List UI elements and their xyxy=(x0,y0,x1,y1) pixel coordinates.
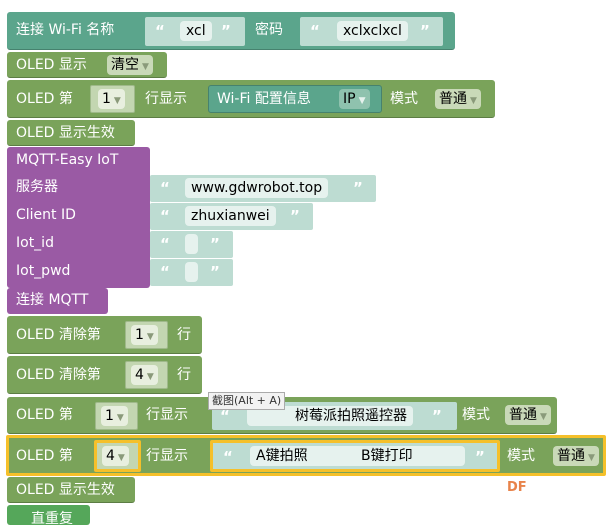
row-suffix-label: 行 xyxy=(177,367,191,383)
dropdown-arrow-icon: ▼ xyxy=(470,96,477,106)
mode-dropdown[interactable]: 普通 ▼ xyxy=(553,446,599,466)
line-dropdown-value: 1 xyxy=(105,408,114,424)
wifi-connect-block[interactable]: 连接 Wi-Fi 名称 “ xcl ” 密码 “ xclxclxcl ” xyxy=(7,12,455,50)
show-label: 行显示 xyxy=(145,91,187,107)
quote-open-icon: “ xyxy=(160,263,170,281)
loop-label: 直重复 xyxy=(31,511,73,525)
clear-line-label: OLED 清除第 xyxy=(16,367,101,383)
dropdown-arrow-icon: ▼ xyxy=(117,453,125,463)
oled-line-label: OLED 第 xyxy=(16,448,73,464)
dropdown-arrow-icon: ▼ xyxy=(358,96,366,106)
line-dropdown-value: 1 xyxy=(102,91,111,107)
iot-id-string-block[interactable]: “ ” xyxy=(150,231,233,258)
mqtt-title: MQTT-Easy IoT xyxy=(16,152,119,168)
quote-open-icon: “ xyxy=(160,207,170,225)
server-label: 服务器 xyxy=(16,179,58,195)
iot-id-label: Iot_id xyxy=(16,235,54,251)
line-dropdown[interactable]: 1 ▼ xyxy=(101,406,128,426)
dropdown-arrow-icon: ▼ xyxy=(540,412,547,422)
quote-open-icon: “ xyxy=(310,22,320,40)
quote-open-icon: “ xyxy=(160,179,170,197)
oled-display-block[interactable]: OLED 显示 清空 ▼ xyxy=(7,52,167,78)
oled-line-block-selected[interactable]: OLED 第 4 ▼ 行显示 “ A键拍照 B键打印 ” 模式 普通 ▼ xyxy=(6,435,606,476)
oled-apply-block[interactable]: OLED 显示生效 xyxy=(7,477,135,503)
quote-open-icon: “ xyxy=(155,22,165,40)
quote-close-icon: ” xyxy=(475,448,485,466)
iot-id-field[interactable] xyxy=(185,234,198,254)
mode-dropdown-value: 普通 xyxy=(439,91,467,107)
mode-dropdown[interactable]: 普通 ▼ xyxy=(435,89,481,109)
iot-pwd-string-block[interactable]: “ ” xyxy=(150,259,233,286)
quote-open-icon: “ xyxy=(223,448,233,466)
server-field[interactable]: www.gdwrobot.top xyxy=(185,178,329,198)
oled-apply-block[interactable]: OLED 显示生效 xyxy=(7,120,135,146)
password-label: 密码 xyxy=(255,22,283,38)
text-field[interactable]: A键拍照 B键打印 xyxy=(250,446,465,466)
oled-line-label: OLED 第 xyxy=(16,407,73,423)
oled-display-label: OLED 显示 xyxy=(16,57,87,73)
dropdown-arrow-icon: ▼ xyxy=(146,332,154,342)
loop-block[interactable]: 直重复 xyxy=(7,505,90,525)
quote-close-icon: ” xyxy=(210,263,220,281)
wifi-label: 连接 Wi-Fi 名称 xyxy=(16,22,115,38)
line-dropdown[interactable]: 1 ▼ xyxy=(98,89,125,109)
quote-close-icon: ” xyxy=(290,207,300,225)
ssid-string-block[interactable]: “ xcl ” xyxy=(145,17,245,46)
client-string-block[interactable]: “ zhuxianwei ” xyxy=(150,203,313,230)
dropdown-arrow-icon: ▼ xyxy=(113,96,121,106)
show-label: 行显示 xyxy=(146,407,188,423)
mode-label: 模式 xyxy=(390,91,418,107)
quote-close-icon: ” xyxy=(221,22,231,40)
oled-clear-line-block[interactable]: OLED 清除第 4 ▼ 行 xyxy=(7,356,202,394)
quote-close-icon: ” xyxy=(432,407,442,425)
row-suffix-label: 行 xyxy=(177,327,191,343)
mode-dropdown[interactable]: 普通 ▼ xyxy=(505,405,551,425)
line-dropdown[interactable]: 4 ▼ xyxy=(131,365,158,385)
info-dropdown-value: IP xyxy=(343,91,356,107)
clear-dropdown[interactable]: 清空 ▼ xyxy=(107,55,153,75)
clear-dropdown-value: 清空 xyxy=(111,57,139,73)
mode-label: 模式 xyxy=(507,448,535,464)
clear-line-label: OLED 清除第 xyxy=(16,327,101,343)
ssid-field[interactable]: xcl xyxy=(180,21,212,41)
oled-line-label: OLED 第 xyxy=(16,91,73,107)
quote-close-icon: ” xyxy=(420,22,430,40)
mode-dropdown-value: 普通 xyxy=(509,407,537,423)
text-string-block[interactable]: “ A键拍照 B键打印 ” xyxy=(210,440,500,472)
line-dropdown[interactable]: 4 ▼ xyxy=(102,446,129,466)
screenshot-tooltip: 截图(Alt + A) xyxy=(208,392,286,410)
quote-close-icon: ” xyxy=(353,179,363,197)
oled-apply-label: OLED 显示生效 xyxy=(16,125,115,141)
client-field[interactable]: zhuxianwei xyxy=(185,206,276,226)
wifi-info-label: Wi-Fi 配置信息 xyxy=(217,91,311,107)
client-id-label: Client ID xyxy=(16,207,76,223)
oled-clear-line-block[interactable]: OLED 清除第 1 ▼ 行 xyxy=(7,316,202,354)
line-dropdown-value: 4 xyxy=(106,448,115,464)
info-dropdown[interactable]: IP ▼ xyxy=(339,89,370,109)
password-string-block[interactable]: “ xclxclxcl ” xyxy=(300,17,443,46)
password-field[interactable]: xclxclxcl xyxy=(337,21,408,41)
watermark: DF xyxy=(507,480,527,495)
line-dropdown-value: 1 xyxy=(135,327,144,343)
line-dropdown[interactable]: 1 ▼ xyxy=(131,325,158,345)
mqtt-connect-block[interactable]: 连接 MQTT xyxy=(7,288,108,314)
mode-dropdown-value: 普通 xyxy=(557,448,585,464)
oled-apply-label: OLED 显示生效 xyxy=(16,482,115,498)
mqtt-connect-label: 连接 MQTT xyxy=(16,292,89,308)
server-string-block[interactable]: “ www.gdwrobot.top ” xyxy=(150,175,376,202)
quote-open-icon: “ xyxy=(160,235,170,253)
wifi-info-block[interactable]: Wi-Fi 配置信息 IP ▼ xyxy=(208,85,382,113)
iot-pwd-label: Iot_pwd xyxy=(16,263,71,279)
line-dropdown-value: 4 xyxy=(135,367,144,383)
dropdown-arrow-icon: ▼ xyxy=(588,453,595,463)
iot-pwd-field[interactable] xyxy=(185,262,198,282)
quote-close-icon: ” xyxy=(210,235,220,253)
dropdown-arrow-icon: ▼ xyxy=(116,413,124,423)
mode-label: 模式 xyxy=(462,407,490,423)
dropdown-arrow-icon: ▼ xyxy=(146,372,154,382)
oled-line-block[interactable]: OLED 第 1 ▼ 行显示 Wi-Fi 配置信息 IP ▼ 模式 普通 ▼ xyxy=(7,80,495,118)
dropdown-arrow-icon: ▼ xyxy=(142,62,149,72)
show-label: 行显示 xyxy=(146,448,188,464)
mqtt-setup-block[interactable]: MQTT-Easy IoT 服务器 Client ID Iot_id Iot_p… xyxy=(7,147,150,288)
